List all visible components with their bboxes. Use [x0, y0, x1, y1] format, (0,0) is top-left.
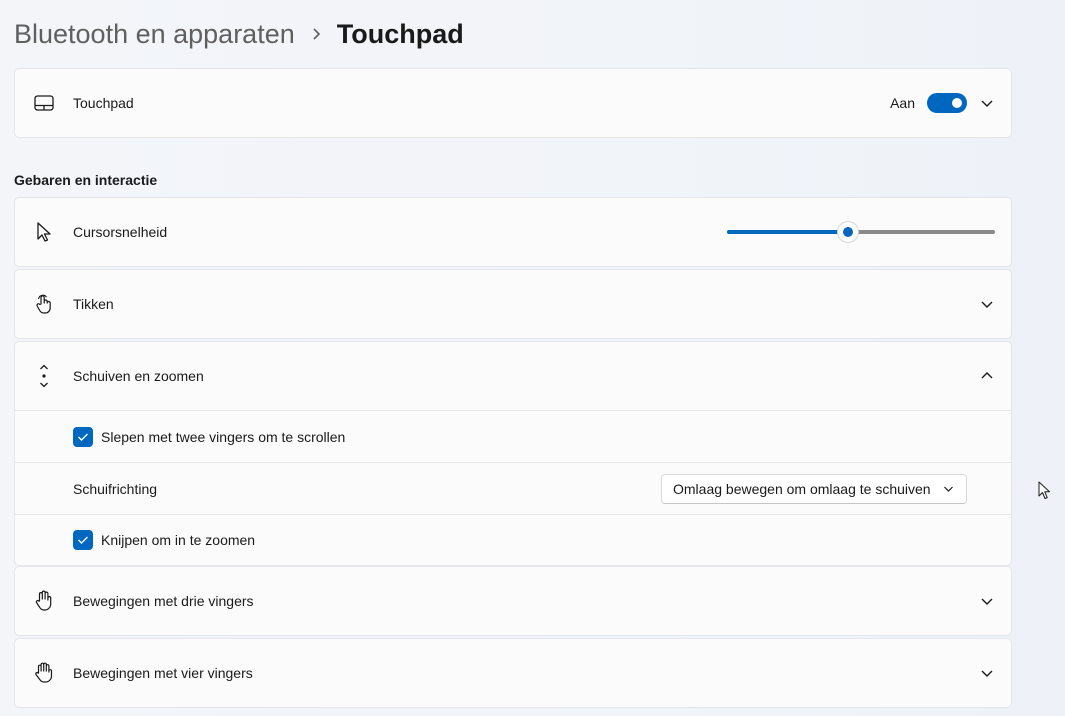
- four-finger-hand-icon: [33, 662, 55, 684]
- three-finger-hand-icon: [33, 590, 55, 612]
- chevron-down-icon[interactable]: [977, 591, 997, 611]
- checkmark-icon: [78, 433, 88, 441]
- two-finger-scroll-row[interactable]: Slepen met twee vingers om te scrollen: [15, 410, 1011, 462]
- breadcrumb-parent-link[interactable]: Bluetooth en apparaten: [14, 19, 295, 50]
- chevron-down-icon: [943, 485, 954, 493]
- three-finger-label: Bewegingen met drie vingers: [73, 593, 254, 609]
- cursor-icon: [33, 221, 55, 243]
- tap-label: Tikken: [73, 296, 114, 312]
- two-finger-scroll-checkbox[interactable]: [73, 426, 93, 447]
- chevron-down-icon[interactable]: [977, 294, 997, 314]
- four-finger-label: Bewegingen met vier vingers: [73, 665, 253, 681]
- tap-hand-icon: [33, 293, 55, 315]
- chevron-up-icon[interactable]: [977, 366, 997, 386]
- toggle-state-text: Aan: [890, 95, 915, 111]
- touchpad-icon: [33, 92, 55, 114]
- cursor-speed-card: Cursorsnelheid: [14, 197, 1012, 267]
- scroll-direction-dropdown[interactable]: Omlaag bewegen om omlaag te schuiven: [661, 473, 967, 504]
- section-title: Gebaren en interactie: [14, 172, 158, 188]
- touchpad-toggle[interactable]: [927, 93, 967, 113]
- scroll-zoom-card[interactable]: Schuiven en zoomen Slepen met twee vinge…: [14, 341, 1012, 566]
- scroll-direction-label: Schuifrichting: [73, 480, 158, 497]
- scroll-direction-value: Omlaag bewegen om omlaag te schuiven: [673, 480, 931, 497]
- chevron-right-icon: [311, 27, 323, 41]
- two-finger-scroll-label: Slepen met twee vingers om te scrollen: [101, 428, 346, 445]
- tap-card[interactable]: Tikken: [14, 269, 1012, 339]
- pinch-zoom-label: Knijpen om in te zoomen: [101, 532, 256, 548]
- touchpad-card[interactable]: Touchpad Aan: [14, 68, 1012, 138]
- chevron-down-icon[interactable]: [977, 93, 997, 113]
- toggle-knob: [952, 98, 962, 108]
- pinch-zoom-checkbox[interactable]: [73, 530, 93, 550]
- touchpad-label: Touchpad: [73, 95, 134, 111]
- scroll-zoom-label: Schuiven en zoomen: [73, 368, 204, 384]
- breadcrumb: Bluetooth en apparaten Touchpad: [14, 14, 464, 54]
- pinch-zoom-row[interactable]: Knijpen om in te zoomen: [15, 514, 1011, 565]
- three-finger-card[interactable]: Bewegingen met drie vingers: [14, 566, 1012, 636]
- scroll-zoom-icon: [33, 364, 55, 388]
- cursor-speed-label: Cursorsnelheid: [73, 224, 168, 240]
- page-title: Touchpad: [336, 18, 464, 49]
- mouse-pointer-icon: [1038, 481, 1052, 506]
- checkmark-icon: [78, 536, 88, 544]
- slider-thumb[interactable]: [837, 222, 858, 242]
- slider-fill: [727, 230, 848, 234]
- cursor-speed-slider[interactable]: [727, 222, 995, 242]
- scroll-direction-row: Schuifrichting Omlaag bewegen om omlaag …: [15, 462, 1011, 514]
- chevron-down-icon[interactable]: [977, 663, 997, 683]
- four-finger-card[interactable]: Bewegingen met vier vingers: [14, 638, 1012, 708]
